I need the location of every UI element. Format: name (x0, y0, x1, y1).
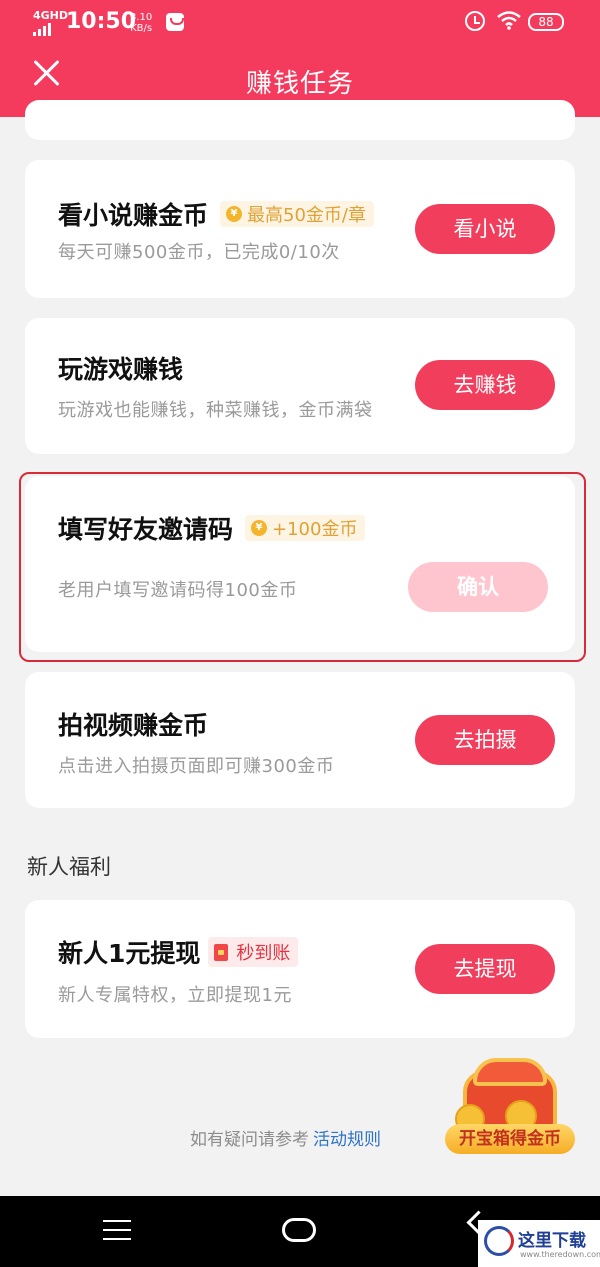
highlight-frame (19, 472, 586, 662)
task-card-newbie-withdraw: 新人1元提现 秒到账 新人专属特权，立即提现1元 去提现 (25, 900, 575, 1038)
menu-icon[interactable] (103, 1220, 131, 1240)
task-subtitle: 点击进入拍摄页面即可赚300金币 (58, 756, 335, 777)
page-title: 赚钱任务 (245, 69, 354, 99)
coin-icon: ¥ (226, 206, 243, 222)
rules-link[interactable]: 活动规则 (313, 1130, 381, 1150)
signal-bars-icon (33, 23, 68, 36)
notification-app-icon (166, 13, 184, 31)
watermark-logo-icon (484, 1226, 514, 1256)
reward-text: 最高50金币/章 (247, 205, 366, 226)
withdraw-button[interactable]: 去提现 (415, 944, 555, 994)
task-subtitle: 每天可赚500金币，已完成0/10次 (58, 242, 340, 263)
network-type: 4GHD (33, 9, 69, 22)
wifi-icon (497, 11, 521, 30)
instant-badge: 秒到账 (208, 937, 299, 967)
badge-text: 秒到账 (236, 943, 291, 964)
chest-lid (473, 1058, 547, 1086)
speed-value: 3.10 (130, 12, 153, 23)
task-subtitle: 玩游戏也能赚钱，种菜赚钱，金币满袋 (58, 400, 373, 421)
task-card-shoot-video: 拍视频赚金币 点击进入拍摄页面即可赚300金币 去拍摄 (25, 672, 575, 808)
task-title: 看小说赚金币 (58, 201, 209, 230)
shoot-button[interactable]: 去拍摄 (415, 715, 555, 765)
earn-money-button[interactable]: 去赚钱 (415, 360, 555, 410)
watermark-url: www.theredown.com (520, 1250, 600, 1259)
task-title: 玩游戏赚钱 (58, 355, 184, 384)
signal-indicator: 4GHD (33, 10, 68, 36)
battery-indicator: 88 (528, 13, 564, 31)
section-label-newbie: 新人福利 (27, 855, 111, 879)
footer-note: 如有疑问请参考 活动规则 (190, 1125, 381, 1150)
task-title: 拍视频赚金币 (58, 711, 209, 740)
treasure-label: 开宝箱得金币 (445, 1124, 575, 1154)
alarm-icon (465, 11, 485, 31)
network-speed: 3.10 KB/s (130, 12, 152, 34)
status-bar: 4GHD 10:50 3.10 KB/s 88 (0, 0, 600, 46)
clock: 10:50 (66, 9, 137, 34)
task-card-read-novel: 看小说赚金币 ¥ 最高50金币/章 每天可赚500金币，已完成0/10次 看小说 (25, 160, 575, 298)
task-card-partial (25, 100, 575, 140)
footer-note-text: 如有疑问请参考 (190, 1130, 309, 1150)
read-novel-button[interactable]: 看小说 (415, 204, 555, 254)
task-subtitle: 新人专属特权，立即提现1元 (58, 985, 292, 1006)
home-icon[interactable] (282, 1218, 316, 1242)
speed-unit: KB/s (130, 23, 153, 34)
red-envelope-icon (214, 943, 229, 961)
watermark: 这里下载 www.theredown.com (478, 1220, 600, 1267)
treasure-chest-button[interactable]: 开宝箱得金币 (445, 1048, 575, 1158)
reward-badge: ¥ 最高50金币/章 (220, 201, 374, 227)
task-card-play-game: 玩游戏赚钱 玩游戏也能赚钱，种菜赚钱，金币满袋 去赚钱 (25, 318, 575, 454)
task-title: 新人1元提现 (58, 939, 201, 968)
watermark-text: 这里下载 (518, 1231, 586, 1251)
